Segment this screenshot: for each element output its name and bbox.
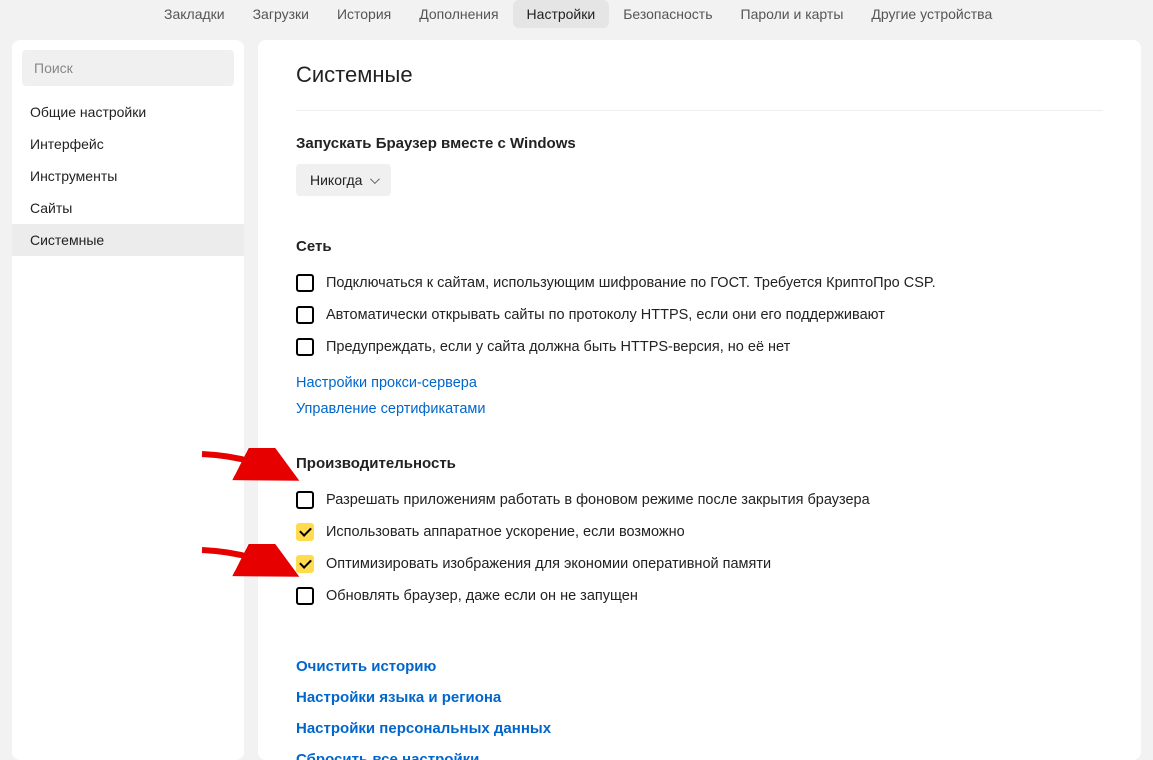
launch-dropdown[interactable]: Никогда bbox=[296, 164, 391, 196]
perf-check-0[interactable]: Разрешать приложениям работать в фоновом… bbox=[296, 484, 1103, 516]
link-clear-history[interactable]: Очистить историю bbox=[296, 658, 1103, 675]
sidebar-item-interface[interactable]: Интерфейс bbox=[12, 128, 244, 160]
sidebar-item-system[interactable]: Системные bbox=[12, 224, 244, 256]
network-check-0[interactable]: Подключаться к сайтам, использующим шифр… bbox=[296, 267, 1103, 299]
checkbox-label: Автоматически открывать сайты по протоко… bbox=[326, 307, 885, 323]
nav-security[interactable]: Безопасность bbox=[609, 0, 726, 28]
nav-history[interactable]: История bbox=[323, 0, 405, 28]
top-nav: Закладки Загрузки История Дополнения Нас… bbox=[0, 0, 1153, 40]
nav-settings[interactable]: Настройки bbox=[513, 0, 610, 28]
network-heading: Сеть bbox=[296, 238, 1103, 255]
link-personal-data[interactable]: Настройки персональных данных bbox=[296, 720, 1103, 737]
nav-downloads[interactable]: Загрузки bbox=[239, 0, 323, 28]
checkbox-label: Предупреждать, если у сайта должна быть … bbox=[326, 339, 790, 355]
link-certificates[interactable]: Управление сертификатами bbox=[296, 401, 1103, 417]
checkbox-label: Подключаться к сайтам, использующим шифр… bbox=[326, 275, 936, 291]
network-check-2[interactable]: Предупреждать, если у сайта должна быть … bbox=[296, 331, 1103, 363]
link-reset[interactable]: Сбросить все настройки bbox=[296, 751, 1103, 760]
sidebar-item-sites[interactable]: Сайты bbox=[12, 192, 244, 224]
search-input[interactable] bbox=[22, 50, 234, 86]
launch-heading: Запускать Браузер вместе с Windows bbox=[296, 135, 1103, 152]
nav-devices[interactable]: Другие устройства bbox=[857, 0, 1006, 28]
sidebar: Общие настройки Интерфейс Инструменты Са… bbox=[12, 40, 244, 760]
launch-dropdown-value: Никогда bbox=[310, 172, 362, 188]
performance-heading: Производительность bbox=[296, 455, 1103, 472]
checkbox-update-closed[interactable] bbox=[296, 587, 314, 605]
chevron-down-icon bbox=[370, 174, 380, 184]
nav-passwords[interactable]: Пароли и карты bbox=[727, 0, 858, 28]
perf-check-2[interactable]: Оптимизировать изображения для экономии … bbox=[296, 548, 1103, 580]
nav-addons[interactable]: Дополнения bbox=[405, 0, 512, 28]
checkbox-https-auto[interactable] bbox=[296, 306, 314, 324]
sidebar-item-general[interactable]: Общие настройки bbox=[12, 96, 244, 128]
footer-links: Очистить историю Настройки языка и регио… bbox=[296, 658, 1103, 760]
checkbox-optimize-images[interactable] bbox=[296, 555, 314, 573]
perf-check-3[interactable]: Обновлять браузер, даже если он не запущ… bbox=[296, 580, 1103, 612]
checkbox-label: Использовать аппаратное ускорение, если … bbox=[326, 524, 685, 540]
main-panel: Системные Запускать Браузер вместе с Win… bbox=[258, 40, 1141, 760]
sidebar-item-tools[interactable]: Инструменты bbox=[12, 160, 244, 192]
checkbox-background-apps[interactable] bbox=[296, 491, 314, 509]
page-title: Системные bbox=[296, 62, 1103, 111]
link-proxy[interactable]: Настройки прокси-сервера bbox=[296, 375, 1103, 391]
checkbox-label: Обновлять браузер, даже если он не запущ… bbox=[326, 588, 638, 604]
checkbox-hw-accel[interactable] bbox=[296, 523, 314, 541]
link-language[interactable]: Настройки языка и региона bbox=[296, 689, 1103, 706]
perf-check-1[interactable]: Использовать аппаратное ускорение, если … bbox=[296, 516, 1103, 548]
checkbox-gost[interactable] bbox=[296, 274, 314, 292]
nav-bookmarks[interactable]: Закладки bbox=[150, 0, 239, 28]
checkbox-label: Оптимизировать изображения для экономии … bbox=[326, 556, 771, 572]
network-check-1[interactable]: Автоматически открывать сайты по протоко… bbox=[296, 299, 1103, 331]
checkbox-label: Разрешать приложениям работать в фоновом… bbox=[326, 492, 870, 508]
checkbox-https-warn[interactable] bbox=[296, 338, 314, 356]
